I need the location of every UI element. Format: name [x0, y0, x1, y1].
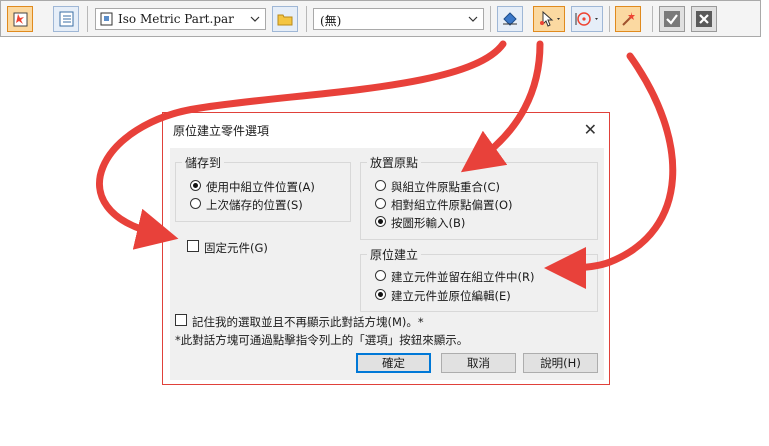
arrow-to-in-place-create [544, 52, 677, 289]
annotation-arrows [96, 40, 677, 289]
arrow-to-fixed-component [96, 40, 507, 250]
